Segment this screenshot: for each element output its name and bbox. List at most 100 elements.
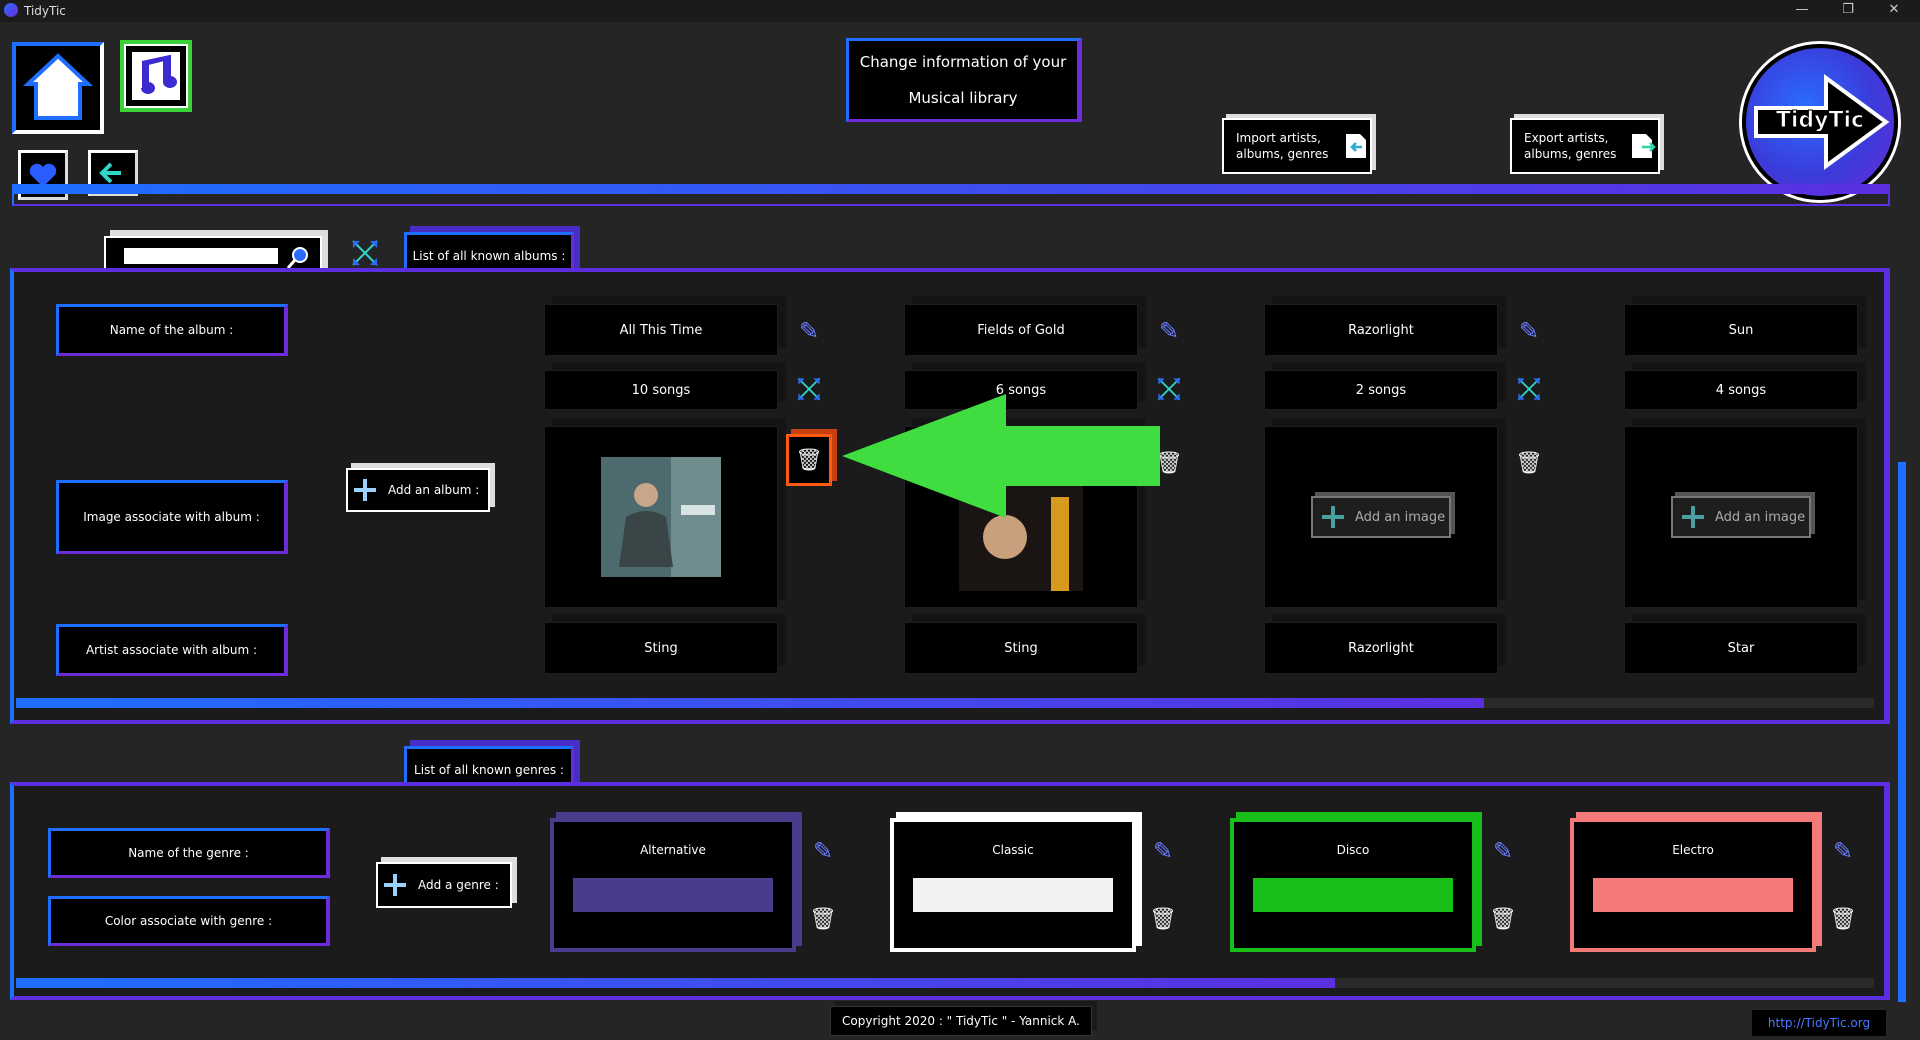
- pencil-icon: ✎: [1518, 317, 1540, 345]
- add-album-label: Add an album :: [388, 483, 480, 497]
- album-name-label: Name of the album :: [56, 304, 288, 356]
- albums-scrollbar[interactable]: [16, 698, 1874, 708]
- plus-icon: [1682, 506, 1704, 528]
- website-link[interactable]: http://TidyTic.org: [1752, 1010, 1886, 1036]
- genre-color-label: Color associate with genre :: [48, 896, 330, 946]
- album-image-cell: Add an image: [1264, 426, 1498, 608]
- edit-album-button[interactable]: ✎: [1152, 314, 1186, 348]
- export-label-line1: Export artists,: [1524, 131, 1609, 145]
- home-button[interactable]: [12, 42, 104, 134]
- genre-card[interactable]: Disco: [1230, 818, 1476, 952]
- album-songs-button[interactable]: [792, 372, 826, 406]
- album-artist-cell: Sting: [904, 622, 1138, 674]
- pencil-icon: ✎: [798, 317, 820, 345]
- plus-icon: [354, 479, 376, 501]
- trash-icon: 🗑: [795, 447, 823, 473]
- edit-genre-button[interactable]: ✎: [1146, 834, 1180, 868]
- album-songs-cell: 10 songs: [544, 370, 778, 410]
- delete-genre-button[interactable]: 🗑: [1146, 900, 1180, 938]
- album-artist-label: Artist associate with album :: [56, 624, 288, 676]
- page-title-line1: Change information of your: [859, 53, 1067, 71]
- add-genre-button[interactable]: Add a genre :: [376, 862, 512, 908]
- genre-card[interactable]: Classic: [890, 818, 1136, 952]
- tidytic-logo: TidyTic: [1742, 44, 1898, 200]
- edit-album-button[interactable]: ✎: [792, 314, 826, 348]
- window-title: TidyTic: [24, 4, 66, 18]
- delete-album-image-button[interactable]: 🗑: [1512, 444, 1546, 482]
- import-button[interactable]: Import artists, albums, genres: [1222, 118, 1372, 174]
- genre-name: Classic: [992, 843, 1034, 857]
- expand-icon: [797, 377, 821, 401]
- albums-scrollbar-thumb[interactable]: [16, 698, 1484, 708]
- export-icon: [1632, 134, 1656, 158]
- minimize-button[interactable]: —: [1782, 2, 1822, 17]
- delete-album-image-button[interactable]: 🗑: [786, 434, 832, 486]
- edit-genre-button[interactable]: ✎: [806, 834, 840, 868]
- pencil-icon: ✎: [1492, 837, 1514, 865]
- genre-card[interactable]: Electro: [1570, 818, 1816, 952]
- delete-genre-button[interactable]: 🗑: [1486, 900, 1520, 938]
- window-titlebar: TidyTic — ❐ ✕: [0, 0, 1920, 22]
- album-songs-cell: 2 songs: [1264, 370, 1498, 410]
- import-label-line2: albums, genres: [1236, 147, 1329, 161]
- delete-genre-button[interactable]: 🗑: [806, 900, 840, 938]
- edit-genre-button[interactable]: ✎: [1826, 834, 1860, 868]
- search-input[interactable]: [124, 248, 278, 264]
- genre-name: Disco: [1336, 843, 1370, 857]
- expand-icon: [1517, 377, 1541, 401]
- pencil-icon: ✎: [1152, 837, 1174, 865]
- pencil-icon: ✎: [812, 837, 834, 865]
- delete-genre-button[interactable]: 🗑: [1826, 900, 1860, 938]
- genre-name-label: Name of the genre :: [48, 828, 330, 878]
- logo-text: TidyTic: [1775, 108, 1865, 134]
- album-name-cell: All This Time: [544, 304, 778, 356]
- album-image-label: Image associate with album :: [56, 480, 288, 554]
- add-image-label: Add an image: [1355, 509, 1446, 525]
- trash-icon: 🗑: [1515, 450, 1543, 476]
- add-image-button[interactable]: Add an image: [1311, 496, 1451, 538]
- genre-card[interactable]: Alternative: [550, 818, 796, 952]
- green-arrow-annotation: [842, 394, 1160, 518]
- trash-icon: 🗑: [809, 906, 837, 932]
- music-library-button[interactable]: [120, 40, 192, 112]
- album-cover-image: [601, 457, 721, 577]
- album-image-cell: [544, 426, 778, 608]
- add-album-button[interactable]: Add an album :: [346, 468, 490, 512]
- import-icon: [1346, 134, 1366, 158]
- genre-color-swatch: [1593, 878, 1793, 912]
- trash-icon: 🗑: [1489, 906, 1517, 932]
- app-icon: [4, 3, 18, 17]
- import-label-line1: Import artists,: [1236, 131, 1321, 145]
- header-frame: [12, 194, 1890, 206]
- close-button[interactable]: ✕: [1874, 2, 1914, 17]
- shuffle-icon[interactable]: [348, 236, 382, 270]
- export-label-line2: albums, genres: [1524, 147, 1617, 161]
- page-title-line2: Musical library: [908, 89, 1018, 107]
- genre-color-swatch: [1253, 878, 1453, 912]
- edit-genre-button[interactable]: ✎: [1486, 834, 1520, 868]
- album-name-cell: Razorlight: [1264, 304, 1498, 356]
- album-artist-cell: Star: [1624, 622, 1858, 674]
- genres-scrollbar[interactable]: [16, 978, 1874, 988]
- album-artist-cell: Sting: [544, 622, 778, 674]
- export-label: Export artists, albums, genres: [1512, 130, 1628, 162]
- add-image-button[interactable]: Add an image: [1671, 496, 1811, 538]
- album-artist-cell: Razorlight: [1264, 622, 1498, 674]
- genres-scrollbar-thumb[interactable]: [16, 978, 1336, 988]
- album-songs-button[interactable]: [1512, 372, 1546, 406]
- add-genre-label: Add a genre :: [418, 878, 499, 892]
- pencil-icon: ✎: [1158, 317, 1180, 345]
- edit-album-button[interactable]: ✎: [1512, 314, 1546, 348]
- export-button[interactable]: Export artists, albums, genres: [1510, 118, 1660, 174]
- restore-button[interactable]: ❐: [1828, 2, 1868, 17]
- home-icon: [22, 53, 94, 120]
- page-scrollbar[interactable]: [1898, 462, 1906, 1002]
- album-name-cell: Fields of Gold: [904, 304, 1138, 356]
- pencil-icon: ✎: [1832, 837, 1854, 865]
- genre-color-swatch: [913, 878, 1113, 912]
- album-image-cell: Add an image: [1624, 426, 1858, 608]
- header-divider: [12, 184, 1890, 194]
- trash-icon: 🗑: [1149, 906, 1177, 932]
- page-title: Change information of your Musical libra…: [846, 38, 1082, 122]
- plus-icon: [1322, 506, 1344, 528]
